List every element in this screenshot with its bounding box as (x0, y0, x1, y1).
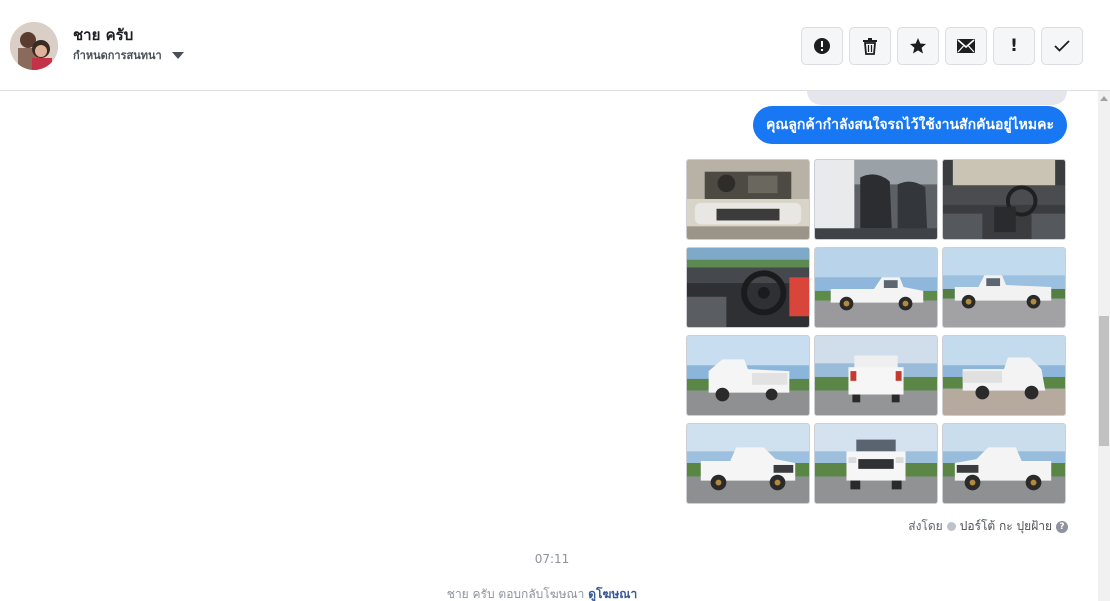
assign-label: กำหนดการสนทนา (73, 49, 162, 62)
photo-seats[interactable] (814, 159, 938, 240)
mark-done-button[interactable] (1041, 27, 1083, 65)
follow-up-button[interactable]: ! (993, 27, 1035, 65)
ad-reply-notice: ชาย ครับ ตอบกลับโฆษณา ดูโฆษณา (0, 585, 1084, 601)
photo-front-left[interactable] (686, 423, 810, 504)
previous-message-bubble (807, 91, 1067, 105)
outgoing-message[interactable]: คุณลูกค้ากำลังสนใจรถไว้ใช้งานสักคันอยู่ไ… (753, 106, 1067, 144)
envelope-icon (957, 39, 975, 53)
scroll-up-arrow-icon[interactable] (1100, 96, 1108, 101)
thread-scrollbar[interactable] (1098, 91, 1110, 601)
avatar[interactable] (10, 22, 58, 70)
photo-rear-right[interactable] (942, 335, 1066, 416)
photo-side-1[interactable] (814, 247, 938, 328)
photo-steering[interactable] (686, 247, 810, 328)
spam-button[interactable] (801, 27, 843, 65)
sent-by-line: ส่งโดย ปอร์โต้ กะ ปุยฝ้าย ? (908, 517, 1068, 536)
caret-down-icon (171, 52, 184, 59)
photo-dashboard[interactable] (942, 159, 1066, 240)
action-toolbar: ! (801, 27, 1083, 65)
checkmark-icon (1054, 40, 1070, 52)
ad-reply-text: ชาย ครับ ตอบกลับโฆษณา (446, 587, 585, 601)
trash-icon (863, 37, 877, 55)
mark-unread-button[interactable] (945, 27, 987, 65)
photo-rear-left[interactable] (686, 335, 810, 416)
user-name[interactable]: ชาย ครับ (73, 23, 133, 47)
photo-grid (686, 159, 1066, 504)
message-thread: คุณลูกค้ากำลังสนใจรถไว้ใช้งานสักคันอยู่ไ… (0, 91, 1098, 601)
alert-circle-icon (814, 38, 830, 54)
message-timestamp: 07:11 (534, 552, 570, 566)
sender-name[interactable]: ปอร์โต้ กะ ปุยฝ้าย (960, 517, 1052, 536)
conversation-header: ชาย ครับ กำหนดการสนทนา ! (0, 0, 1110, 91)
delete-button[interactable] (849, 27, 891, 65)
sent-by-label: ส่งโดย (908, 519, 943, 533)
star-icon (910, 38, 926, 54)
photo-rear[interactable] (814, 335, 938, 416)
exclamation-icon: ! (1010, 36, 1018, 56)
assign-conversation-dropdown[interactable]: กำหนดการสนทนา (73, 46, 184, 64)
photo-engine[interactable] (686, 159, 810, 240)
photo-side-2[interactable] (942, 247, 1066, 328)
view-ad-link[interactable]: ดูโฆษณา (588, 587, 637, 601)
help-icon[interactable]: ? (1056, 520, 1068, 533)
scrollbar-thumb[interactable] (1099, 316, 1109, 446)
verified-icon (946, 522, 956, 531)
star-button[interactable] (897, 27, 939, 65)
photo-front-right[interactable] (942, 423, 1066, 504)
photo-front[interactable] (814, 423, 938, 504)
